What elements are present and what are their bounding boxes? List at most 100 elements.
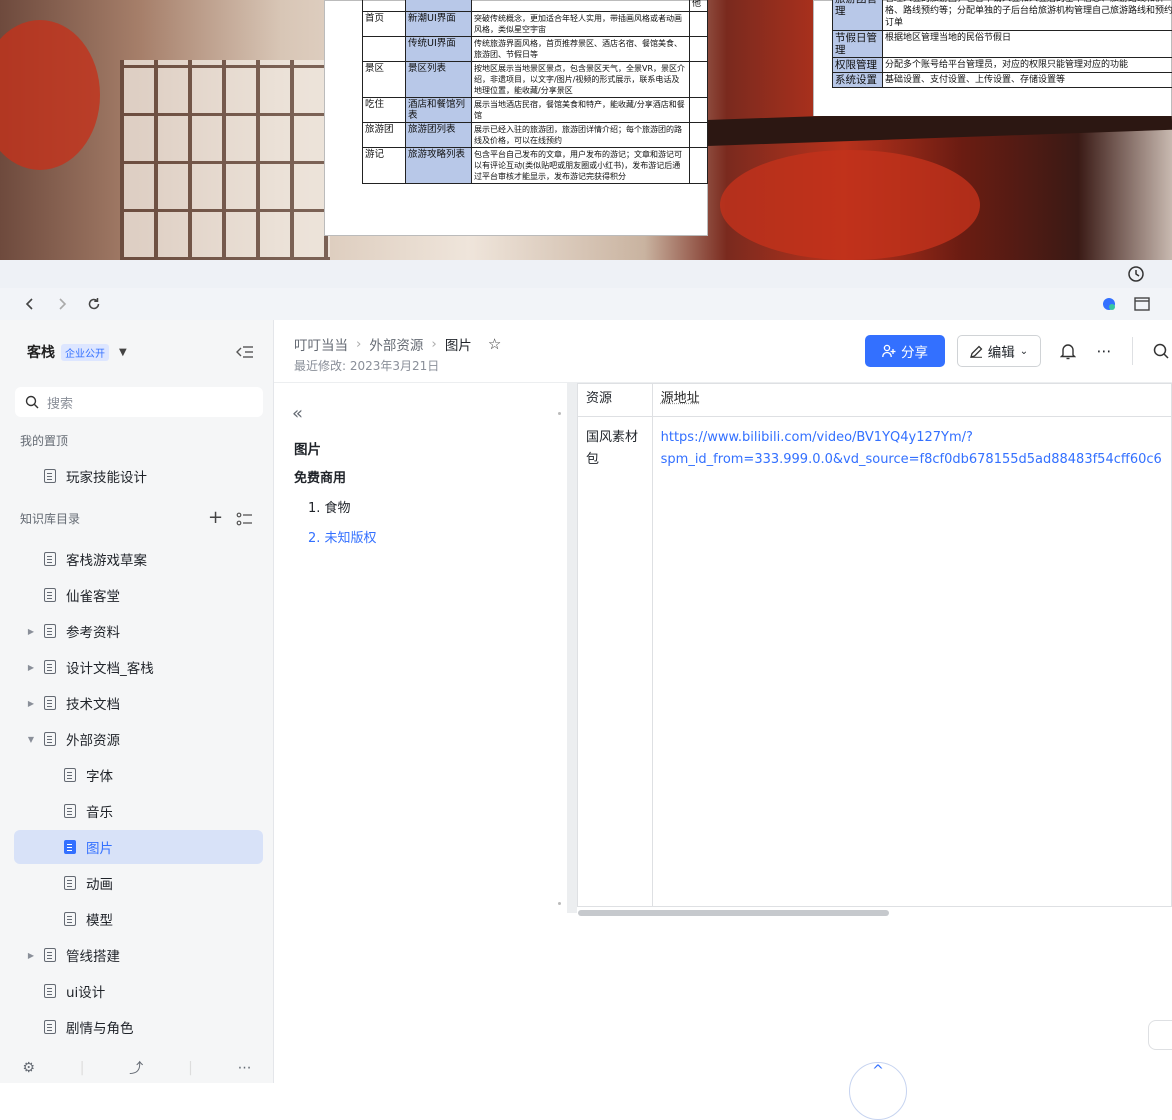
app-window: 客栈 企业公开 ▼ 搜索 我的置顶 玩家技能设计 知识库目录 + 客栈游戏草案仙… <box>0 260 1172 1083</box>
list-options-icon[interactable] <box>236 511 252 530</box>
add-icon[interactable]: + <box>208 510 223 526</box>
sidebar-item[interactable]: ▶设计文档_客栈 <box>14 650 263 684</box>
more-icon[interactable]: ⋯ <box>238 1060 252 1076</box>
sidebar-item[interactable]: ▼外部资源 <box>14 722 263 756</box>
spec-row: 首页新潮UI界面突破传统概念，更加适合年轻人实用，带插画风格或者动画风格，类似星… <box>363 12 708 37</box>
share-label: 分享 <box>901 341 928 361</box>
sidebar-item[interactable]: 音乐 <box>14 794 263 828</box>
document-icon <box>44 1020 56 1034</box>
chevron-right-icon: › <box>431 336 436 352</box>
sidebar-item[interactable]: ▶技术文档 <box>14 686 263 720</box>
spec-feature: 旅游攻略列表 <box>406 148 472 184</box>
expand-caret-icon[interactable]: ▶ <box>26 663 36 672</box>
catalog-section-label: 知识库目录 <box>20 510 80 527</box>
document-icon <box>44 552 56 566</box>
pinned-item[interactable]: 玩家技能设计 <box>14 459 263 493</box>
table-cell[interactable]: 国风素材包 <box>578 417 653 907</box>
sidebar-item-label: 图片 <box>86 837 113 857</box>
spec-desc: 包含平台自己发布的文章，用户发布的游记；文章和游记可以有评论互动(类似贴吧或朋友… <box>472 148 690 184</box>
space-switcher[interactable]: 客栈 企业公开 ▼ <box>27 342 127 362</box>
admin-value: 管理入驻的旅游团，包含申请入驻和入驻后的基本信息、旅游路线和价格、路线预约等；分… <box>883 0 1172 31</box>
breadcrumb-item[interactable]: 叮叮当当 <box>294 334 348 354</box>
collapse-sidebar-icon[interactable] <box>236 344 254 363</box>
search-input[interactable]: 搜索 <box>15 387 263 417</box>
table-header-row: 资源 源地址 <box>578 384 1172 417</box>
spec-feature: 传统UI界面 <box>406 37 472 62</box>
share-out-icon[interactable]: ⤴ <box>129 1058 143 1078</box>
window-icon[interactable] <box>1131 293 1153 315</box>
spec-section: 游记 <box>363 148 406 184</box>
spec-empty <box>690 12 708 37</box>
collapse-outline-icon[interactable]: « <box>292 403 303 424</box>
sidebar-item[interactable]: ▶管线搭建 <box>14 938 263 972</box>
sidebar-item[interactable]: 模型 <box>14 902 263 936</box>
expand-caret-icon[interactable]: ▶ <box>26 627 36 636</box>
sidebar-item[interactable]: ui设计 <box>14 974 263 1008</box>
outline-item[interactable]: 1. 食物 <box>308 497 351 516</box>
outline-title[interactable]: 图片 <box>294 438 321 458</box>
expand-caret-icon[interactable]: ▼ <box>26 735 36 744</box>
spec-row: 传统UI界面传统旅游界面风格，首页推荐景区、酒店名宿、餐馆美食、旅游团、节假日等 <box>363 37 708 62</box>
search-icon <box>25 395 39 409</box>
expand-caret-icon[interactable]: ▶ <box>26 951 36 960</box>
breadcrumb-current[interactable]: 图片 <box>445 334 472 354</box>
url-link[interactable]: https://www.bilibili.com/video/BV1YQ4y12… <box>661 427 1163 449</box>
url-link[interactable]: spm_id_from=333.999.0.0&vd_source=f8cf0d… <box>661 449 1163 471</box>
outline-item-active[interactable]: 2. 未知版权 <box>308 527 377 546</box>
document-icon <box>44 624 56 638</box>
forward-icon[interactable] <box>51 293 73 315</box>
horizontal-scrollbar[interactable] <box>578 910 889 916</box>
sidebar-item[interactable]: 图片 <box>14 830 263 864</box>
admin-value: 根据地区管理当地的民俗节假日 <box>883 31 1172 58</box>
spec-desc: 展示已经入驻的旅游团，旅游团详情介绍；每个旅游团的路线及价格，可以在线预约 <box>472 123 690 148</box>
document-icon <box>44 984 56 998</box>
assistant-icon[interactable] <box>1098 293 1120 315</box>
share-button[interactable]: 分享 <box>865 335 945 367</box>
search-icon[interactable] <box>1150 340 1172 362</box>
expand-caret-icon[interactable]: ▶ <box>26 699 36 708</box>
spec-desc: 按地区展示当地景区景点，包含景区天气，全景VR，景区介绍，非遗项目，以文字/图片… <box>472 62 690 98</box>
refresh-icon[interactable] <box>83 293 105 315</box>
resource-table-block: 资源 源地址 国风素材包 https://www.bilibili.com/vi… <box>567 383 1172 913</box>
edit-button[interactable]: 编辑 ⌄ <box>957 335 1041 367</box>
document-icon <box>64 804 76 818</box>
pinned-item-label: 玩家技能设计 <box>66 466 147 486</box>
admin-key: 系统设置 <box>833 73 883 88</box>
history-icon[interactable] <box>1125 263 1147 285</box>
spec-feature: 景区列表 <box>406 62 472 98</box>
sidebar-item-label: 参考资料 <box>66 621 120 641</box>
scroll-up-button[interactable]: ^ <box>849 1062 907 1120</box>
sidebar-item[interactable]: ▶ 参考资料 <box>14 614 263 648</box>
spec-desc: 突破传统概念，更加适合年轻人实用，带插画风格或者动画风格，类似星空宇宙 <box>472 12 690 37</box>
bell-icon[interactable] <box>1057 340 1079 362</box>
sidebar-item[interactable]: 剧情与角色 <box>14 1010 263 1044</box>
background-image: 他 首页新潮UI界面突破传统概念，更加适合年轻人实用，带插画风格或者动画风格，类… <box>0 0 1172 260</box>
floating-help-button[interactable] <box>1148 1020 1172 1050</box>
admin-table-image: 旅游团管理管理入驻的旅游团，包含申请入驻和入驻后的基本信息、旅游路线和价格、路线… <box>813 0 1172 116</box>
browser-nav-bar <box>0 288 1172 320</box>
sidebar-item[interactable]: 客栈游戏草案 <box>14 542 263 576</box>
sidebar-item[interactable]: 字体 <box>14 758 263 792</box>
sidebar-item[interactable]: 仙雀客堂 <box>14 578 263 612</box>
sidebar-item-label: 剧情与角色 <box>66 1017 134 1037</box>
more-icon[interactable]: ⋯ <box>1093 340 1115 362</box>
spec-row: 游记旅游攻略列表包含平台自己发布的文章，用户发布的游记；文章和游记可以有评论互动… <box>363 148 708 184</box>
settings-icon[interactable]: ⚙ <box>22 1060 35 1076</box>
resize-handle-dot <box>558 902 561 905</box>
chevron-down-icon[interactable]: ▼ <box>119 347 127 358</box>
add-user-icon <box>882 344 896 358</box>
spec-section <box>363 37 406 62</box>
sidebar-footer: ⚙ | ⤴ | ⋯ <box>0 1053 274 1083</box>
spec-empty <box>690 62 708 98</box>
breadcrumb-item[interactable]: 外部资源 <box>369 334 423 354</box>
back-icon[interactable] <box>19 293 41 315</box>
pencil-icon <box>970 345 983 358</box>
maple-leaves <box>0 20 100 170</box>
table-header-cell[interactable]: 资源 <box>578 384 653 417</box>
star-icon[interactable]: ☆ <box>488 335 501 353</box>
table-cell[interactable]: https://www.bilibili.com/video/BV1YQ4y12… <box>652 417 1171 907</box>
spec-row: 旅游团旅游团列表展示已经入驻的旅游团，旅游团详情介绍；每个旅游团的路线及价格，可… <box>363 123 708 148</box>
sidebar-item[interactable]: 动画 <box>14 866 263 900</box>
outline-heading[interactable]: 免费商用 <box>294 467 346 486</box>
table-header-cell[interactable]: 源地址 <box>652 384 1171 417</box>
